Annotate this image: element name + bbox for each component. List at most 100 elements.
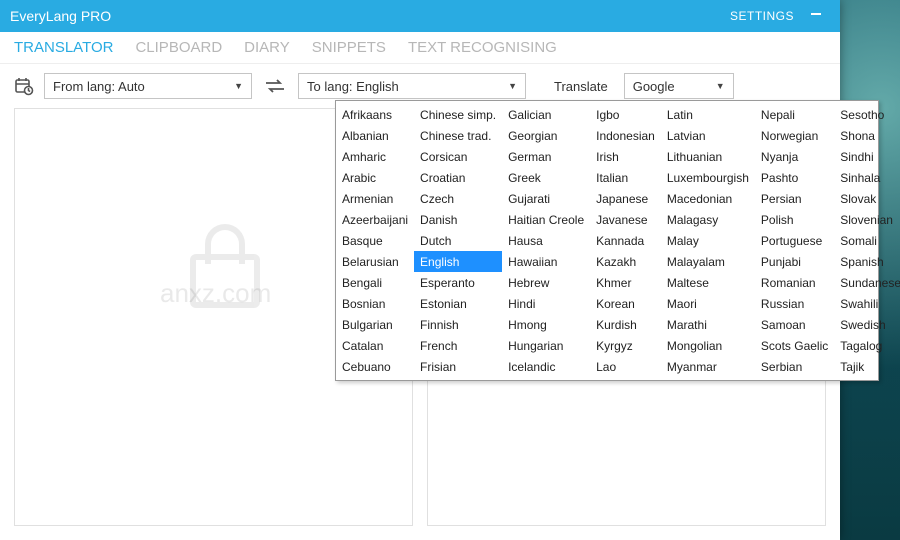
language-option[interactable]: Kazakh <box>590 251 661 272</box>
language-option[interactable]: Indonesian <box>590 125 661 146</box>
language-option[interactable]: Nyanja <box>755 146 834 167</box>
language-option[interactable]: Polish <box>755 209 834 230</box>
language-option[interactable]: Sindhi <box>834 146 900 167</box>
language-option[interactable]: Macedonian <box>661 188 755 209</box>
language-option[interactable]: Russian <box>755 293 834 314</box>
minimize-button[interactable] <box>802 7 830 25</box>
tab-translator[interactable]: TRANSLATOR <box>14 39 113 56</box>
swap-languages-button[interactable] <box>262 76 288 96</box>
language-option[interactable]: Igbo <box>590 104 661 125</box>
language-option[interactable]: Corsican <box>414 146 502 167</box>
settings-link[interactable]: SETTINGS <box>730 9 794 23</box>
language-option[interactable]: Hmong <box>502 314 590 335</box>
language-option[interactable]: Chinese trad. <box>414 125 502 146</box>
language-option[interactable]: Frisian <box>414 356 502 377</box>
language-option[interactable]: Myanmar <box>661 356 755 377</box>
language-option[interactable]: Azeerbaijani <box>336 209 414 230</box>
language-option[interactable]: French <box>414 335 502 356</box>
language-option[interactable]: Amharic <box>336 146 414 167</box>
language-option[interactable]: English <box>414 251 502 272</box>
to-language-combo[interactable]: To lang: English ▼ <box>298 73 526 99</box>
language-option[interactable]: Malay <box>661 230 755 251</box>
language-option[interactable]: Belarusian <box>336 251 414 272</box>
language-option[interactable]: Slovenian <box>834 209 900 230</box>
language-option[interactable]: Gujarati <box>502 188 590 209</box>
engine-combo[interactable]: Google ▼ <box>624 73 734 99</box>
language-option[interactable]: German <box>502 146 590 167</box>
language-option[interactable]: Samoan <box>755 314 834 335</box>
language-option[interactable]: Slovak <box>834 188 900 209</box>
tab-text-recognising[interactable]: TEXT RECOGNISING <box>408 39 557 56</box>
language-option[interactable]: Tajik <box>834 356 900 377</box>
language-option[interactable]: Luxembourgish <box>661 167 755 188</box>
language-option[interactable]: Sundanese <box>834 272 900 293</box>
language-option[interactable]: Sesotho <box>834 104 900 125</box>
language-option[interactable]: Romanian <box>755 272 834 293</box>
language-option[interactable]: Norwegian <box>755 125 834 146</box>
language-option[interactable]: Chinese simp. <box>414 104 502 125</box>
language-option[interactable]: Javanese <box>590 209 661 230</box>
language-option[interactable]: Bulgarian <box>336 314 414 335</box>
language-option[interactable]: Portuguese <box>755 230 834 251</box>
language-option[interactable]: Galician <box>502 104 590 125</box>
language-option[interactable]: Cebuano <box>336 356 414 377</box>
language-option[interactable]: Malayalam <box>661 251 755 272</box>
language-dropdown[interactable]: AfrikaansAlbanianAmharicArabicArmenianAz… <box>335 100 879 381</box>
language-option[interactable]: Marathi <box>661 314 755 335</box>
language-option[interactable]: Japanese <box>590 188 661 209</box>
language-option[interactable]: Greek <box>502 167 590 188</box>
language-option[interactable]: Hungarian <box>502 335 590 356</box>
schedule-icon[interactable] <box>14 76 34 96</box>
from-language-combo[interactable]: From lang: Auto ▼ <box>44 73 252 99</box>
language-option[interactable]: Armenian <box>336 188 414 209</box>
language-option[interactable]: Hawaiian <box>502 251 590 272</box>
language-option[interactable]: Lao <box>590 356 661 377</box>
language-option[interactable]: Latin <box>661 104 755 125</box>
language-option[interactable]: Serbian <box>755 356 834 377</box>
tab-snippets[interactable]: SNIPPETS <box>312 39 386 56</box>
language-option[interactable]: Punjabi <box>755 251 834 272</box>
language-option[interactable]: Spanish <box>834 251 900 272</box>
language-option[interactable]: Khmer <box>590 272 661 293</box>
language-option[interactable]: Kurdish <box>590 314 661 335</box>
language-option[interactable]: Malagasy <box>661 209 755 230</box>
tab-clipboard[interactable]: CLIPBOARD <box>135 39 222 56</box>
language-option[interactable]: Basque <box>336 230 414 251</box>
language-option[interactable]: Mongolian <box>661 335 755 356</box>
language-option[interactable]: Hebrew <box>502 272 590 293</box>
language-option[interactable]: Kannada <box>590 230 661 251</box>
language-option[interactable]: Latvian <box>661 125 755 146</box>
language-option[interactable]: Swedish <box>834 314 900 335</box>
language-option[interactable]: Bengali <box>336 272 414 293</box>
language-option[interactable]: Finnish <box>414 314 502 335</box>
language-option[interactable]: Czech <box>414 188 502 209</box>
language-option[interactable]: Hausa <box>502 230 590 251</box>
language-option[interactable]: Icelandic <box>502 356 590 377</box>
language-option[interactable]: Irish <box>590 146 661 167</box>
language-option[interactable]: Italian <box>590 167 661 188</box>
language-option[interactable]: Georgian <box>502 125 590 146</box>
language-option[interactable]: Tagalog <box>834 335 900 356</box>
language-option[interactable]: Persian <box>755 188 834 209</box>
language-option[interactable]: Scots Gaelic <box>755 335 834 356</box>
language-option[interactable]: Swahili <box>834 293 900 314</box>
language-option[interactable]: Pashto <box>755 167 834 188</box>
language-option[interactable]: Esperanto <box>414 272 502 293</box>
language-option[interactable]: Estonian <box>414 293 502 314</box>
language-option[interactable]: Haitian Creole <box>502 209 590 230</box>
language-option[interactable]: Arabic <box>336 167 414 188</box>
language-option[interactable]: Afrikaans <box>336 104 414 125</box>
language-option[interactable]: Danish <box>414 209 502 230</box>
language-option[interactable]: Catalan <box>336 335 414 356</box>
language-option[interactable]: Maltese <box>661 272 755 293</box>
language-option[interactable]: Maori <box>661 293 755 314</box>
language-option[interactable]: Korean <box>590 293 661 314</box>
language-option[interactable]: Bosnian <box>336 293 414 314</box>
language-option[interactable]: Nepali <box>755 104 834 125</box>
language-option[interactable]: Albanian <box>336 125 414 146</box>
language-option[interactable]: Hindi <box>502 293 590 314</box>
tab-diary[interactable]: DIARY <box>244 39 290 56</box>
language-option[interactable]: Lithuanian <box>661 146 755 167</box>
language-option[interactable]: Sinhala <box>834 167 900 188</box>
language-option[interactable]: Somali <box>834 230 900 251</box>
